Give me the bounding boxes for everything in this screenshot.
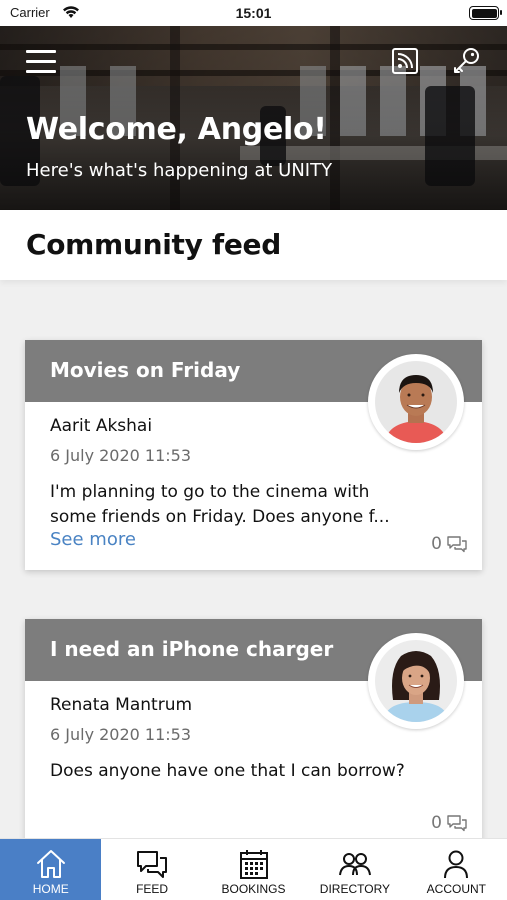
- post-author: Renata Mantrum: [50, 695, 193, 715]
- bottom-tab-bar: HOME FEED BOOKINGS DIRECTORY ACCOUNT: [0, 838, 507, 900]
- menu-button[interactable]: [26, 50, 56, 74]
- comment-count[interactable]: 0: [431, 534, 468, 554]
- battery-icon: [469, 6, 502, 20]
- tab-label: BOOKINGS: [221, 882, 286, 896]
- welcome-subtitle: Here's what's happening at UNITY: [26, 160, 333, 181]
- tab-label: FEED: [136, 882, 169, 896]
- avatar-image: [375, 640, 457, 722]
- chat-icon: [447, 815, 467, 832]
- feed-icon[interactable]: [392, 48, 418, 74]
- hero-header: Welcome, Angelo! Here's what's happening…: [0, 26, 507, 210]
- feed-post-card[interactable]: I need an iPhone charger Renata Mantrum …: [25, 619, 482, 844]
- post-date: 6 July 2020 11:53: [50, 725, 192, 744]
- menu-icon: [26, 50, 56, 53]
- tab-label: HOME: [32, 882, 69, 896]
- post-body: Does anyone have one that I can borrow?: [50, 761, 405, 781]
- key-icon[interactable]: [451, 46, 481, 76]
- tab-label: DIRECTORY: [319, 882, 391, 896]
- section-header: Community feed: [0, 210, 507, 280]
- tab-bookings[interactable]: BOOKINGS: [203, 839, 304, 900]
- post-title: I need an iPhone charger: [50, 637, 334, 661]
- calendar-icon: [239, 850, 268, 879]
- see-more-link[interactable]: See more: [50, 529, 136, 550]
- comment-count-value: 0: [431, 534, 442, 554]
- tab-account[interactable]: ACCOUNT: [406, 839, 507, 900]
- avatar: [368, 633, 464, 729]
- welcome-heading: Welcome, Angelo!: [26, 112, 327, 147]
- person-icon: [444, 850, 469, 879]
- home-icon: [36, 850, 65, 878]
- post-author: Aarit Akshai: [50, 416, 153, 436]
- people-icon: [338, 853, 371, 876]
- tab-label: ACCOUNT: [426, 882, 486, 896]
- feed-post-card[interactable]: Movies on Friday Aarit Akshai 6 July 202…: [25, 340, 482, 570]
- status-bar: Carrier 15:01: [0, 0, 507, 26]
- comment-count[interactable]: 0: [431, 813, 468, 833]
- post-date: 6 July 2020 11:53: [50, 446, 192, 465]
- post-title: Movies on Friday: [50, 358, 241, 382]
- chat-icon: [447, 536, 467, 553]
- avatar: [368, 354, 464, 450]
- tab-home[interactable]: HOME: [0, 839, 102, 900]
- comment-count-value: 0: [431, 813, 442, 833]
- avatar-image: [375, 361, 457, 443]
- chat-icon: [137, 851, 168, 878]
- post-body: I'm planning to go to the cinema with so…: [50, 482, 390, 527]
- page-title: Community feed: [26, 228, 281, 261]
- tab-directory[interactable]: DIRECTORY: [304, 839, 405, 900]
- clock: 15:01: [235, 5, 272, 21]
- tab-feed[interactable]: FEED: [101, 839, 202, 900]
